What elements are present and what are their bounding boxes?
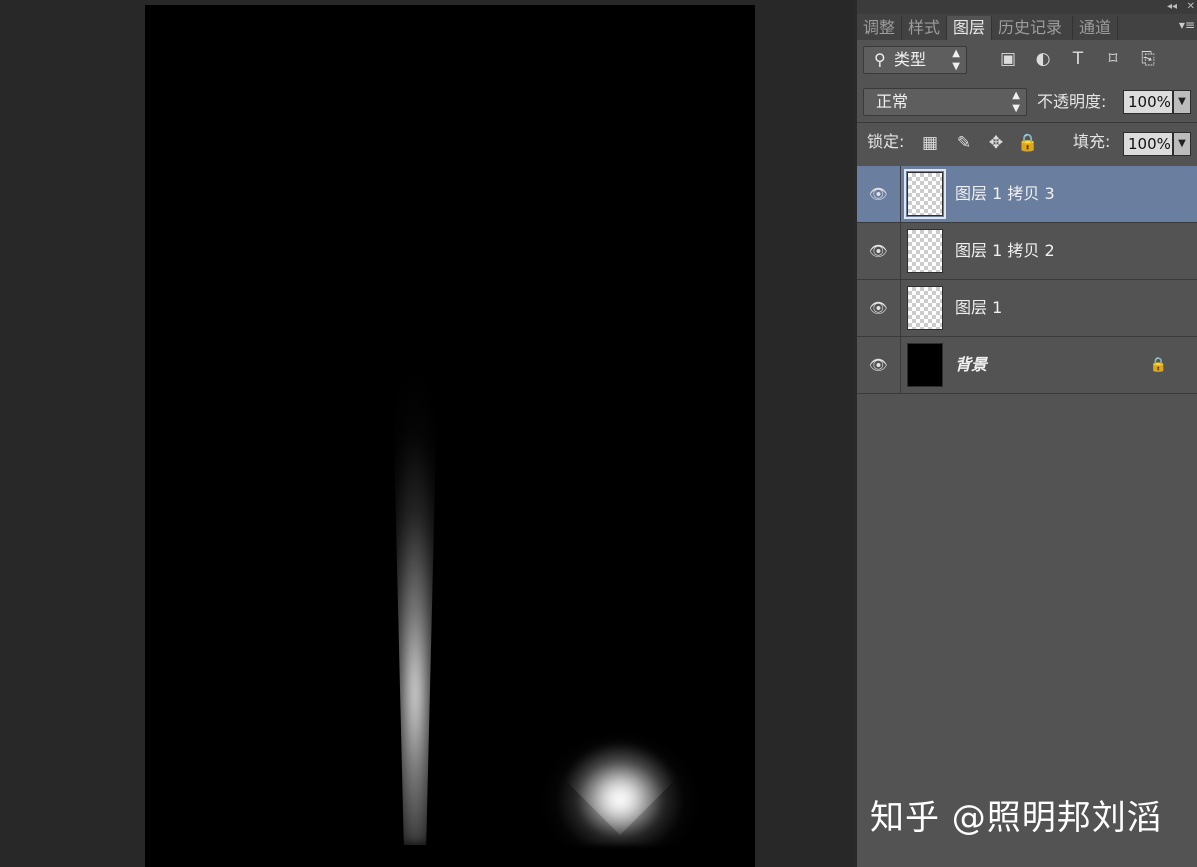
panel-menu-icon[interactable]: ▾≡ bbox=[1179, 18, 1195, 32]
blend-mode-value: 正常 bbox=[876, 92, 909, 111]
opacity-input[interactable]: 100% bbox=[1123, 90, 1173, 114]
tab-styles[interactable]: 样式 bbox=[902, 16, 948, 40]
visibility-eye-icon[interactable]: 👁 bbox=[857, 280, 901, 336]
visibility-eye-icon[interactable]: 👁 bbox=[857, 166, 901, 222]
fill-label: 填充: bbox=[1073, 132, 1111, 151]
tab-history[interactable]: 历史记录 bbox=[992, 16, 1074, 40]
tab-channels[interactable]: 通道 bbox=[1073, 16, 1119, 40]
tab-layers[interactable]: 图层 bbox=[947, 16, 993, 40]
panel-tabs: 调整 样式 图层 历史记录 通道 ▾≡ bbox=[857, 14, 1197, 40]
panel-top-bar: ◂◂ ✕ bbox=[857, 0, 1197, 14]
document-canvas[interactable] bbox=[145, 5, 755, 867]
layer-row[interactable]: 👁 图层 1 拷贝 3 bbox=[857, 166, 1197, 223]
visibility-eye-icon[interactable]: 👁 bbox=[857, 223, 901, 279]
layer-thumbnail[interactable] bbox=[904, 169, 946, 219]
layer-row[interactable]: 👁 背景 🔒 bbox=[857, 337, 1197, 394]
light-beam-right bbox=[733, 255, 755, 835]
layer-name[interactable]: 图层 1 拷贝 3 bbox=[955, 166, 1055, 222]
light-beam-middle-glow bbox=[475, 525, 755, 845]
lock-position-icon[interactable]: ✥ bbox=[985, 132, 1007, 154]
smart-object-filter-icon[interactable]: ⎘ bbox=[1137, 48, 1159, 70]
layer-row[interactable]: 👁 图层 1 bbox=[857, 280, 1197, 337]
light-beam-middle bbox=[552, 700, 688, 835]
lock-all-icon[interactable]: 🔒 bbox=[1017, 132, 1039, 154]
adjustment-filter-icon[interactable]: ◐ bbox=[1032, 48, 1054, 70]
layer-name[interactable]: 图层 1 bbox=[955, 280, 1002, 336]
layer-filter-label: 类型 bbox=[894, 50, 927, 69]
collapse-panel-icon[interactable]: ◂◂ bbox=[1167, 0, 1177, 14]
tab-adjustments[interactable]: 调整 bbox=[857, 16, 903, 40]
layer-lock-icon: 🔒 bbox=[1149, 357, 1167, 373]
fill-input[interactable]: 100% bbox=[1123, 132, 1173, 156]
layer-thumbnail[interactable] bbox=[907, 286, 943, 330]
visibility-eye-icon[interactable]: 👁 bbox=[857, 337, 901, 393]
opacity-label: 不透明度: bbox=[1037, 92, 1107, 111]
lock-transparent-icon[interactable]: ▦ bbox=[919, 132, 941, 154]
updown-arrows-icon: ▲ ▼ bbox=[1012, 90, 1020, 114]
divider bbox=[857, 122, 1197, 123]
type-filter-icon[interactable]: T bbox=[1067, 48, 1089, 70]
close-panel-icon[interactable]: ✕ bbox=[1187, 0, 1195, 14]
layer-name[interactable]: 背景 bbox=[955, 337, 987, 393]
image-filter-icon[interactable]: ▣ bbox=[997, 48, 1019, 70]
lock-label: 锁定: bbox=[867, 132, 905, 151]
lock-image-icon[interactable]: ✎ bbox=[953, 132, 975, 154]
fill-dropdown-icon[interactable]: ▼ bbox=[1173, 132, 1191, 156]
blend-mode-select[interactable]: 正常 ▲ ▼ bbox=[863, 88, 1027, 116]
shape-filter-icon[interactable]: ⌑ bbox=[1102, 48, 1124, 70]
watermark: 知乎 @照明邦刘滔 bbox=[870, 798, 1162, 838]
opacity-dropdown-icon[interactable]: ▼ bbox=[1173, 90, 1191, 114]
light-beam-left bbox=[387, 155, 443, 845]
layer-thumbnail[interactable] bbox=[907, 229, 943, 273]
search-icon: ⚲ bbox=[874, 50, 886, 69]
layer-thumbnail[interactable] bbox=[907, 343, 943, 387]
layer-name[interactable]: 图层 1 拷贝 2 bbox=[955, 223, 1055, 279]
layer-row[interactable]: 👁 图层 1 拷贝 2 bbox=[857, 223, 1197, 280]
layer-filter-select[interactable]: ⚲ 类型 ▲ ▼ bbox=[863, 46, 967, 74]
layers-list: 👁 图层 1 拷贝 3 👁 图层 1 拷贝 2 👁 图层 1 👁 背景 🔒 bbox=[857, 166, 1197, 394]
layers-panel: ◂◂ ✕ 调整 样式 图层 历史记录 通道 ▾≡ ⚲ 类型 ▲ ▼ ▣ ◐ T ⌑… bbox=[855, 0, 1197, 867]
workspace bbox=[0, 0, 855, 867]
updown-arrows-icon: ▲ ▼ bbox=[952, 48, 960, 72]
